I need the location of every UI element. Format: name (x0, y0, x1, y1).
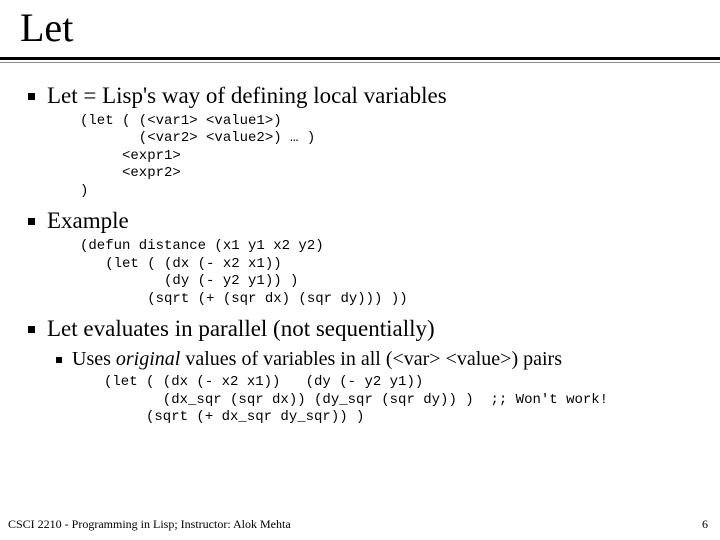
bullet-icon (28, 218, 35, 225)
divider-thick (0, 57, 720, 60)
bullet-3-text: Let evaluates in parallel (not sequentia… (47, 314, 435, 344)
bullet-2: Example (28, 206, 700, 236)
page-number: 6 (702, 517, 708, 532)
bullet-1-text: Let = Lisp's way of defining local varia… (47, 81, 447, 111)
sub1-ital: original (116, 348, 180, 370)
sub-bullet-1: Uses original values of variables in all… (56, 346, 700, 372)
title-area: Let (0, 0, 720, 51)
sub-bullet-1-text: Uses original values of variables in all… (72, 346, 562, 372)
footer-left: CSCI 2210 - Programming in Lisp; Instruc… (8, 517, 291, 532)
code-block-2: (defun distance (x1 y1 x2 y2) (let ( (dx… (80, 238, 700, 308)
bullet-icon (56, 357, 62, 363)
bullet-icon (28, 326, 35, 333)
slide-title: Let (20, 4, 720, 51)
code-block-3: (let ( (dx (- x2 x1)) (dy (- y2 y1)) (dx… (104, 374, 700, 427)
footer: CSCI 2210 - Programming in Lisp; Instruc… (8, 517, 708, 532)
sub1-pre: Uses (72, 348, 116, 370)
code-block-1: (let ( (<var1> <value1>) (<var2> <value2… (80, 113, 700, 201)
bullet-1: Let = Lisp's way of defining local varia… (28, 81, 700, 111)
bullet-3: Let evaluates in parallel (not sequentia… (28, 314, 700, 344)
content-area: Let = Lisp's way of defining local varia… (0, 63, 720, 427)
bullet-2-text: Example (47, 206, 129, 236)
slide: Let Let = Lisp's way of defining local v… (0, 0, 720, 540)
sub1-post: values of variables in all (<var> <value… (180, 348, 562, 370)
bullet-icon (28, 93, 35, 100)
